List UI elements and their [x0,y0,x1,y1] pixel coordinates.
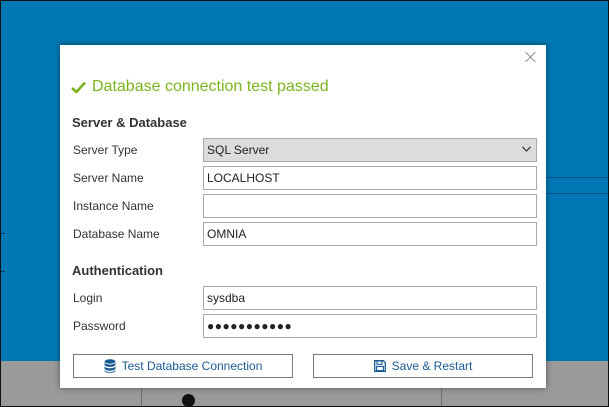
password-label: Password [73,319,126,333]
server-name-field[interactable]: LOCALHOST [203,166,537,190]
instance-name-label: Instance Name [73,199,154,213]
server-type-label: Server Type [73,143,138,157]
test-connection-button[interactable]: Test Database Connection [73,354,293,378]
login-field[interactable]: sysdba [203,286,537,310]
login-label: Login [73,291,103,305]
status-message: Database connection test passed [92,78,329,95]
section-title-server: Server & Database [72,115,187,130]
instance-name-field[interactable] [203,194,537,218]
close-icon[interactable] [524,50,538,64]
save-restart-label: Save & Restart [391,359,473,373]
background-line [548,177,608,178]
server-type-value: SQL Server [207,143,270,157]
password-field[interactable]: ●●●●●●●●●●● [203,314,537,338]
database-name-field[interactable]: OMNIA [203,222,537,246]
chevron-down-icon [522,146,531,152]
database-name-label: Database Name [73,227,160,241]
connection-status: Database connection test passed [71,77,329,97]
section-title-authentication: Authentication [72,263,163,278]
save-restart-button[interactable]: Save & Restart [313,354,533,378]
background-line [1,233,5,234]
database-icon [104,359,116,373]
database-settings-dialog: Database connection test passed Server &… [60,45,546,388]
server-type-select[interactable]: SQL Server [203,138,537,162]
floppy-disk-icon [373,360,386,372]
background-line [1,271,5,272]
test-connection-label: Test Database Connection [121,359,263,373]
server-name-label: Server Name [73,171,144,185]
background-icon [182,394,195,406]
background-line [548,193,608,194]
check-icon [71,81,86,93]
